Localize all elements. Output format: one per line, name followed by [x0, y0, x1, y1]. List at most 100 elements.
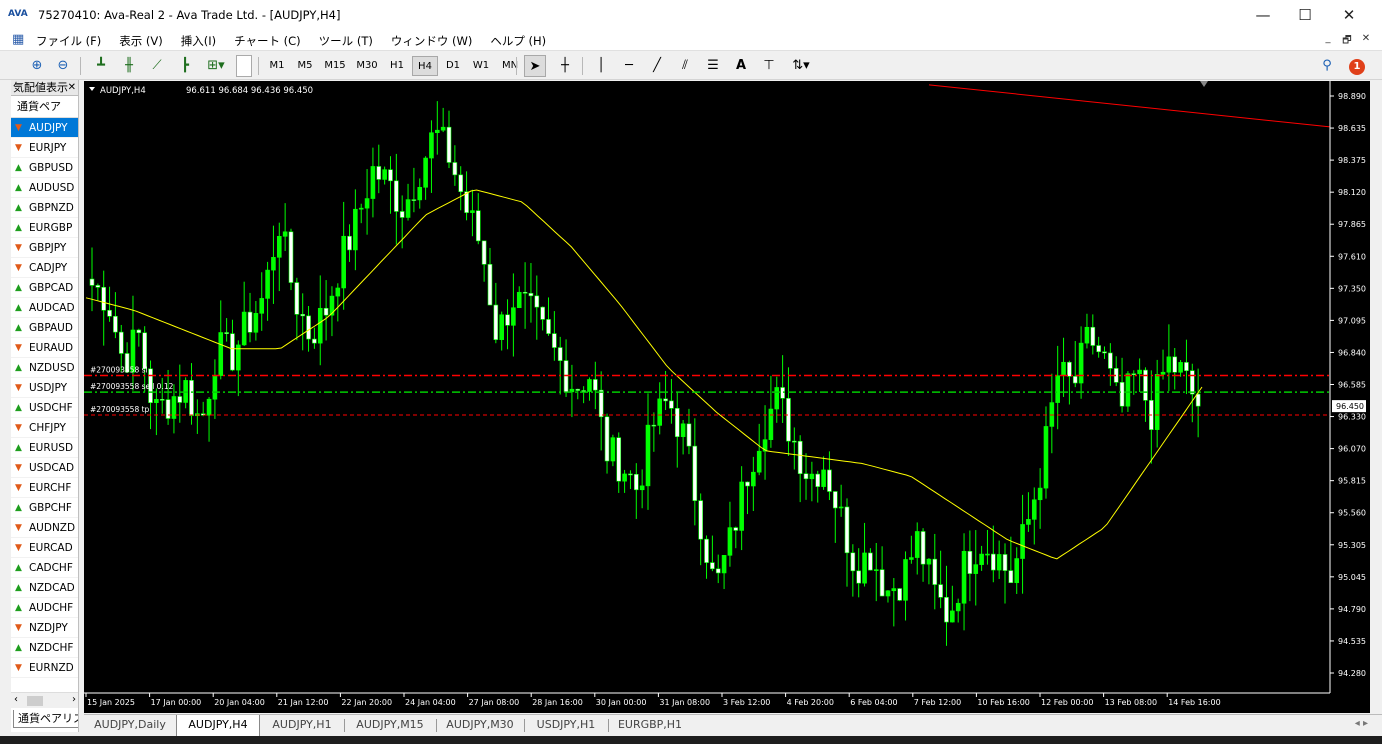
candle [1049, 373, 1055, 454]
vertical-line-icon[interactable]: │ [590, 55, 612, 77]
symbol-row[interactable]: ▼ CADJPY [11, 258, 78, 278]
chart-tab[interactable]: AUDJPY,M15 [344, 715, 436, 735]
candle [815, 470, 821, 503]
scroll-thumb[interactable] [27, 696, 43, 706]
zoom-out-icon[interactable]: ⊖ [52, 55, 74, 77]
symbol-row[interactable]: ▼ NZDJPY [11, 618, 78, 638]
symbol-row[interactable]: ▲ AUDCHF [11, 598, 78, 618]
trendline[interactable] [928, 84, 1331, 128]
new-chart-icon[interactable]: ⊞▾ [202, 55, 230, 77]
symbol-row[interactable]: ▲ GBPCHF [11, 498, 78, 518]
menu-item-0[interactable]: ファイル (F) [36, 33, 101, 49]
chart-tab[interactable]: AUDJPY,H1 [260, 715, 344, 735]
market-watch-scrollbar[interactable]: ‹ › [11, 692, 78, 708]
symbol-row[interactable]: ▼ EURAUD [11, 338, 78, 358]
timeframe-h1-button[interactable]: H1 [384, 56, 410, 76]
symbol-row[interactable]: ▲ EURUSD [11, 438, 78, 458]
arrows-icon[interactable]: ⇅▾ [786, 55, 816, 77]
chart-tab[interactable]: AUDJPY,M30 [436, 715, 524, 735]
menu-item-1[interactable]: 表示 (V) [119, 33, 163, 49]
symbol-row[interactable]: ▲ GBPUSD [11, 158, 78, 178]
chart-tab[interactable]: AUDJPY,Daily [84, 715, 176, 735]
symbol-row[interactable]: ▲ NZDUSD [11, 358, 78, 378]
menu-item-3[interactable]: チャート (C) [234, 33, 301, 49]
chart-tab[interactable]: EURGBP,H1 [608, 715, 692, 735]
symbol-row[interactable]: ▼ USDJPY [11, 378, 78, 398]
minimize-button[interactable]: — [1240, 0, 1286, 30]
symbol-row[interactable]: ▲ GBPNZD [11, 198, 78, 218]
trendline-icon[interactable]: ╱ [646, 55, 668, 77]
candle [195, 399, 200, 434]
menu-item-2[interactable]: 挿入(I) [181, 33, 216, 49]
symbol-row[interactable]: ▼ USDCAD [11, 458, 78, 478]
symbol-row[interactable]: ▼ EURNZD [11, 658, 78, 678]
symbol-row[interactable]: ▼ CHFJPY [11, 418, 78, 438]
timeframe-w1-button[interactable]: W1 [468, 56, 494, 76]
arrow-down-icon: ▼ [15, 542, 22, 553]
text-label-icon[interactable]: ⊤ [758, 55, 780, 77]
symbol-row[interactable]: ▲ AUDUSD [11, 178, 78, 198]
symbols-tab[interactable]: 通貨ペアリスト [13, 710, 78, 728]
symbol-column-header[interactable]: 通貨ペア [11, 96, 78, 118]
symbol-row[interactable]: ▼ AUDJPY [11, 118, 78, 138]
candle [335, 283, 341, 322]
symbol-row[interactable]: ▲ NZDCAD [11, 578, 78, 598]
candle [1008, 536, 1014, 584]
menu-item-4[interactable]: ツール (T) [319, 33, 373, 49]
symbol-row[interactable]: ▲ GBPAUD [11, 318, 78, 338]
candle [493, 282, 499, 344]
symbol-row[interactable]: ▲ GBPCAD [11, 278, 78, 298]
close-button[interactable]: ✕ [1326, 0, 1372, 30]
equidistant-channel-icon[interactable]: ⫽ [674, 55, 696, 77]
symbol-row[interactable]: ▼ EURJPY [11, 138, 78, 158]
chart-tab[interactable]: AUDJPY,H4 [176, 715, 260, 737]
price-chart[interactable]: #270093558 sl #270093558 sell 0.12 #270093… [84, 81, 1370, 713]
market-watch-close-icon[interactable]: ✕ [67, 80, 76, 95]
symbol-row[interactable]: ▲ USDCHF [11, 398, 78, 418]
symbol-row[interactable]: ▲ NZDCHF [11, 638, 78, 658]
symbol-row[interactable]: ▲ AUDCAD [11, 298, 78, 318]
menu-item-5[interactable]: ウィンドウ (W) [391, 33, 473, 49]
symbol-row[interactable]: ▼ AUDNZD [11, 518, 78, 538]
candle [95, 283, 101, 301]
horizontal-line-icon[interactable]: ─ [618, 55, 640, 77]
timeframe-mn-button[interactable]: MN [496, 56, 524, 76]
fibonacci-icon[interactable]: ☰ [702, 55, 724, 77]
notification-icon[interactable]: 1 [1344, 55, 1370, 77]
search-icon[interactable]: ⚲ [1316, 55, 1338, 77]
timeframe-m1-button[interactable]: M1 [264, 56, 290, 76]
chart-tab[interactable]: USDJPY,H1 [524, 715, 608, 735]
candlestick-icon[interactable]: ╫ [118, 55, 140, 77]
chart-window-icon[interactable]: ▦ [12, 32, 24, 47]
arrow-up-icon: ▲ [15, 582, 22, 593]
symbol-row[interactable]: ▼ EURCAD [11, 538, 78, 558]
symbol-row[interactable]: ▼ EURCHF [11, 478, 78, 498]
timeframe-m30-button[interactable]: M30 [352, 56, 382, 76]
text-icon[interactable]: A [730, 55, 752, 77]
period-box[interactable] [236, 55, 252, 77]
bar-chart-icon[interactable]: ┻ [90, 55, 112, 77]
symbol-row[interactable]: ▲ CADCHF [11, 558, 78, 578]
symbol-row[interactable]: ▼ GBPJPY [11, 238, 78, 258]
symbol-row[interactable]: ▲ EURGBP [11, 218, 78, 238]
zoom-in-icon[interactable]: ⊕ [26, 55, 48, 77]
line-chart-icon[interactable]: ⟋ [146, 55, 168, 77]
timeframe-d1-button[interactable]: D1 [440, 56, 466, 76]
scroll-left-icon[interactable]: ‹ [14, 694, 18, 705]
scroll-right-icon[interactable]: › [72, 694, 76, 705]
cursor-icon[interactable]: ➤ [524, 55, 546, 77]
maximize-button[interactable]: ☐ [1282, 0, 1328, 30]
mdi-control-0[interactable]: _ [1320, 33, 1336, 50]
mdi-control-1[interactable]: 🗗 [1339, 33, 1355, 50]
crosshair-icon[interactable]: ┼ [554, 55, 576, 77]
timeframe-h4-button[interactable]: H4 [412, 56, 438, 76]
arrow-up-icon: ▲ [15, 442, 22, 453]
tab-scroll-arrows-icon[interactable]: ◂ ▸ [1355, 718, 1368, 729]
chart-menu-icon[interactable] [89, 87, 95, 91]
chart-canvas[interactable]: #270093558 sl #270093558 sell 0.12 #270093… [84, 81, 1370, 713]
menu-item-6[interactable]: ヘルプ (H) [490, 33, 546, 49]
timeframe-m5-button[interactable]: M5 [292, 56, 318, 76]
timeframe-m15-button[interactable]: M15 [320, 56, 350, 76]
indicator-icon[interactable]: ┣ [174, 55, 196, 77]
mdi-control-2[interactable]: ✕ [1358, 33, 1374, 50]
